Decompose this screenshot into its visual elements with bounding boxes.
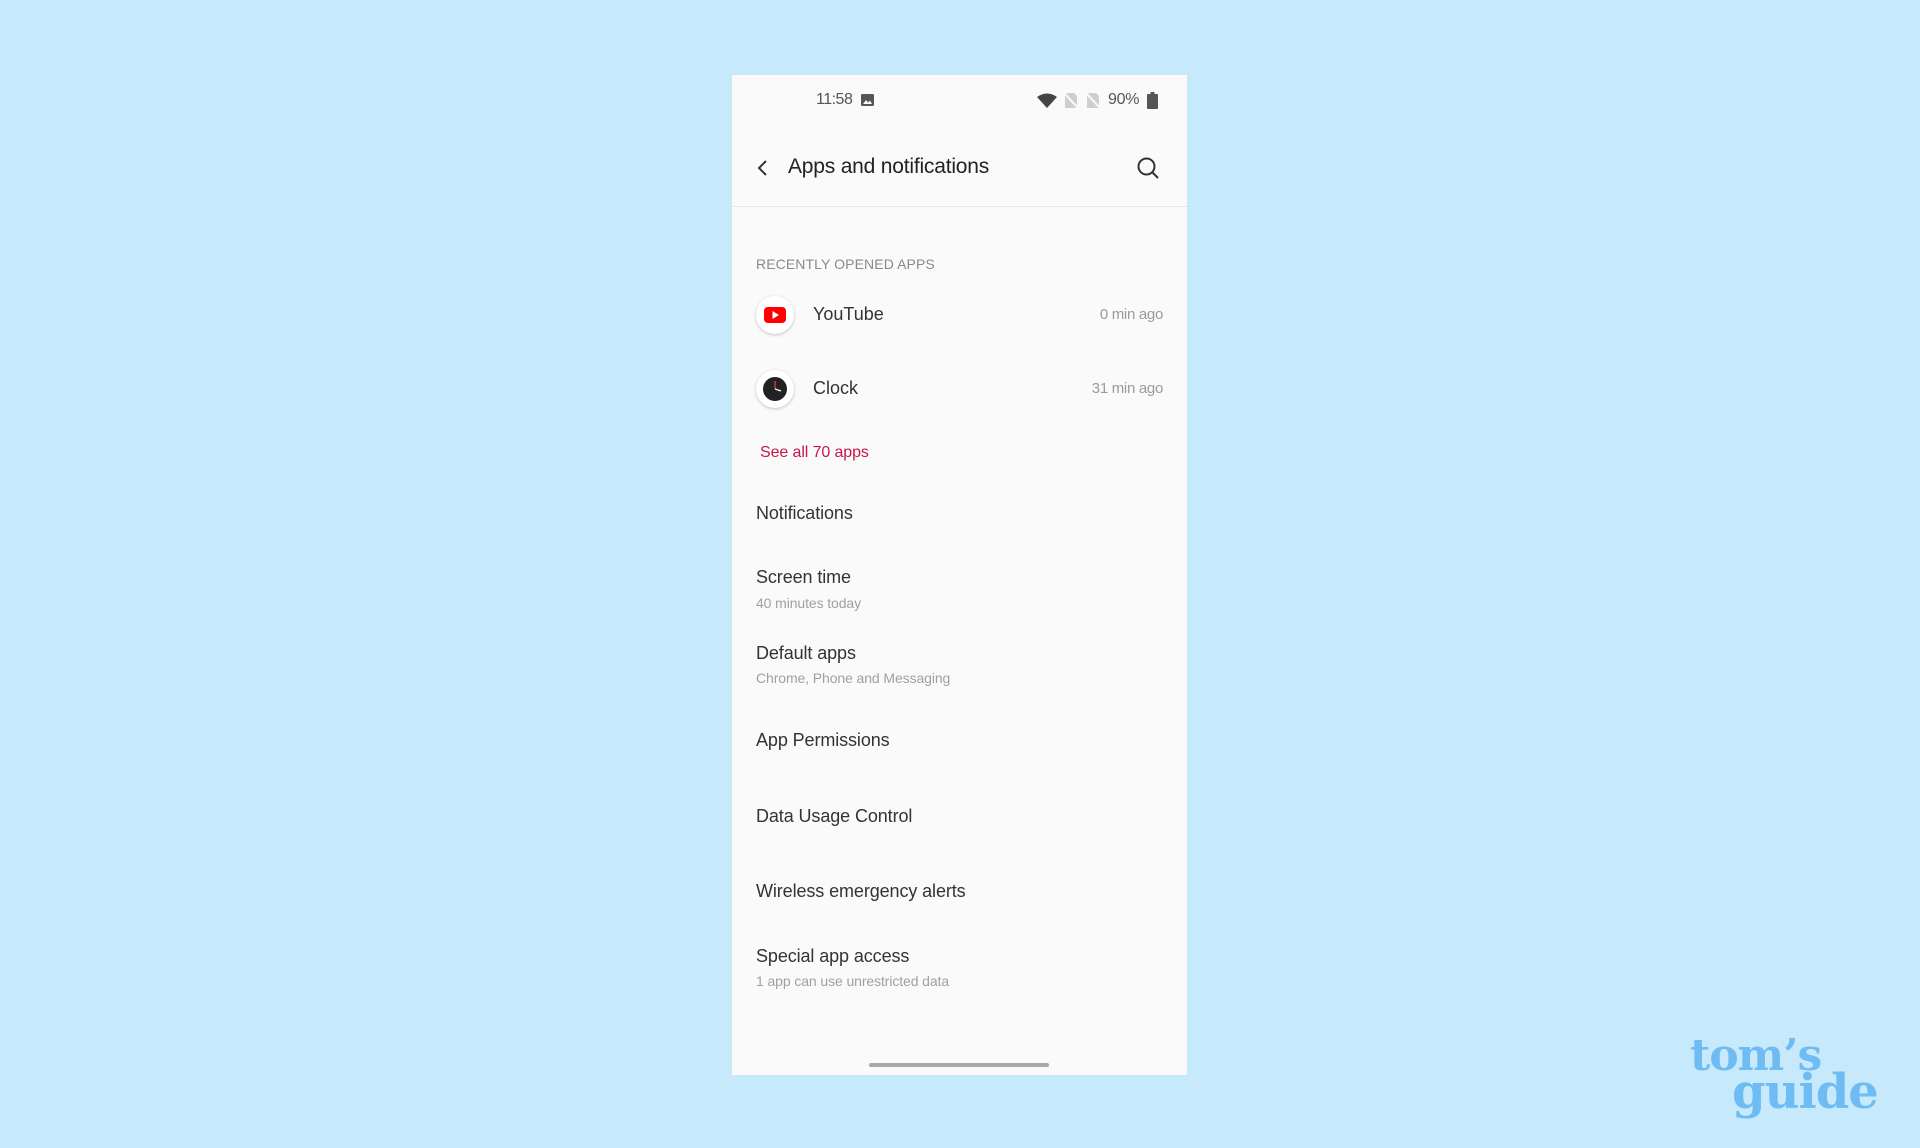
- app-last-opened: 0 min ago: [1099, 306, 1163, 323]
- phone-screen: 11:58 90% Apps and notifications RECENTL…: [732, 75, 1187, 1075]
- status-time: 11:58: [816, 91, 853, 108]
- back-button[interactable]: [750, 155, 776, 181]
- see-all-apps-link[interactable]: See all 70 apps: [760, 444, 869, 462]
- gesture-home-bar[interactable]: [869, 1063, 1049, 1067]
- menu-item-label: Notifications: [756, 503, 853, 523]
- no-sim-icon: [1086, 93, 1100, 108]
- section-header-recent-apps: RECENTLY OPENED APPS: [756, 256, 935, 272]
- menu-item-default-apps[interactable]: Default apps Chrome, Phone and Messaging: [732, 621, 1187, 697]
- search-icon: [1137, 157, 1159, 179]
- menu-item-special-app-access[interactable]: Special app access 1 app can use unrestr…: [732, 923, 1187, 999]
- menu-item-data-usage-control[interactable]: Data Usage Control: [732, 783, 1187, 853]
- battery-percent: 90%: [1108, 91, 1140, 108]
- menu-item-label: Wireless emergency alerts: [756, 881, 966, 901]
- page-title: Apps and notifications: [788, 155, 990, 178]
- no-sim-icon: [1064, 93, 1078, 108]
- menu-item-notifications[interactable]: Notifications: [732, 485, 1187, 545]
- menu-item-label: Screen time: [756, 567, 851, 587]
- menu-item-app-permissions[interactable]: App Permissions: [732, 707, 1187, 777]
- wifi-icon: [1037, 93, 1057, 108]
- app-name: Clock: [813, 378, 859, 398]
- recent-app-clock[interactable]: Clock 31 min ago: [732, 354, 1187, 424]
- image-notification-icon: [861, 94, 874, 106]
- toms-guide-logo: tom’s guide: [1690, 1034, 1890, 1126]
- clock-icon: [756, 370, 794, 408]
- menu-item-subtitle: 40 minutes today: [756, 595, 862, 611]
- menu-item-screen-time[interactable]: Screen time 40 minutes today: [732, 545, 1187, 621]
- app-last-opened: 31 min ago: [1091, 380, 1164, 397]
- battery-icon: [1147, 92, 1158, 109]
- header-divider: [732, 206, 1187, 207]
- logo-line-2: guide: [1732, 1064, 1879, 1120]
- menu-item-label: App Permissions: [756, 730, 890, 750]
- menu-item-label: Special app access: [756, 946, 910, 966]
- search-button[interactable]: [1133, 153, 1163, 183]
- menu-item-wireless-emergency-alerts[interactable]: Wireless emergency alerts: [732, 858, 1187, 928]
- recent-app-youtube[interactable]: YouTube 0 min ago: [732, 280, 1187, 350]
- chevron-left-icon: [757, 160, 767, 176]
- menu-item-label: Default apps: [756, 643, 856, 663]
- menu-item-label: Data Usage Control: [756, 806, 913, 826]
- youtube-icon: [756, 296, 794, 334]
- app-name: YouTube: [813, 304, 884, 324]
- menu-item-subtitle: 1 app can use unrestricted data: [756, 973, 950, 989]
- menu-item-subtitle: Chrome, Phone and Messaging: [756, 670, 951, 686]
